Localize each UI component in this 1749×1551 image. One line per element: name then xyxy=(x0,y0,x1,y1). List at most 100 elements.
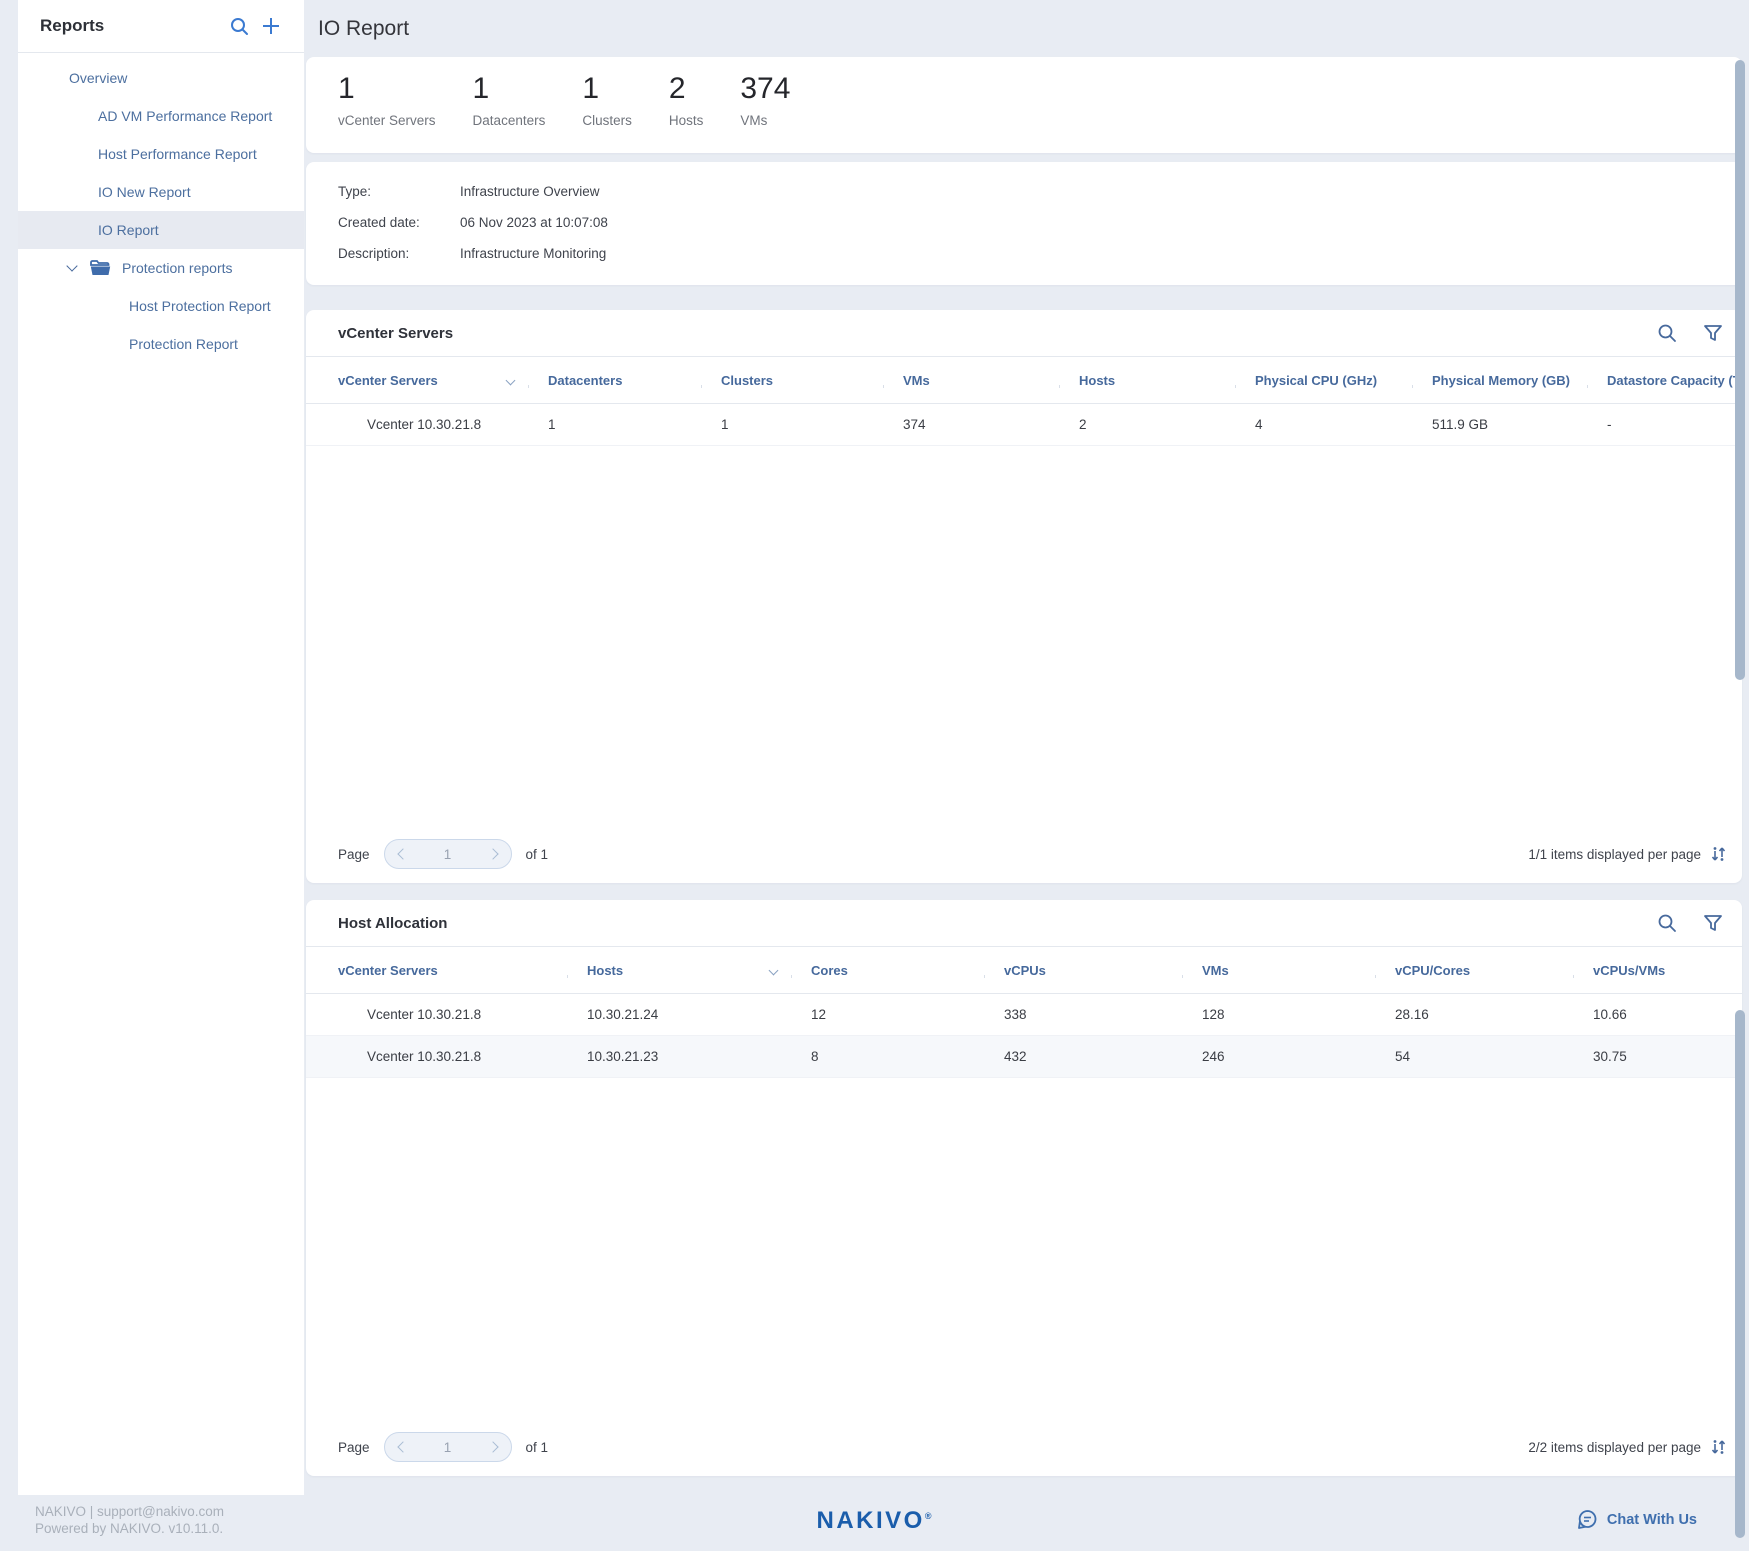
stat-value: 1 xyxy=(473,71,546,107)
sidebar-item-overview[interactable]: Overview xyxy=(18,59,304,97)
detail-label: Type: xyxy=(338,184,460,199)
detail-value: Infrastructure Overview xyxy=(460,184,600,199)
footer-line2: Powered by NAKIVO. v10.11.0. xyxy=(35,1520,224,1537)
column-header-label: Datacenters xyxy=(548,373,622,388)
table-search-icon[interactable] xyxy=(1656,322,1678,344)
sidebar-item-io-new-report[interactable]: IO New Report xyxy=(18,173,304,211)
detail-label: Description: xyxy=(338,246,460,261)
vertical-scrollbar[interactable] xyxy=(1734,0,1746,1551)
scrollbar-thumb[interactable] xyxy=(1735,1010,1745,1538)
next-page-icon[interactable] xyxy=(487,848,498,859)
stat-label: Datacenters xyxy=(473,113,546,128)
column-header-datacenters[interactable]: Datacenters xyxy=(528,373,701,388)
table-cell: 1 xyxy=(528,417,701,432)
table-cell: 338 xyxy=(984,1007,1182,1022)
table-header-row: vCenter Servers Datacenters Clusters VMs Hos… xyxy=(306,357,1742,404)
sidebar-header: Reports xyxy=(18,0,304,53)
prev-page-icon[interactable] xyxy=(397,1441,408,1452)
table-row[interactable]: Vcenter 10.30.21.810.30.21.2384322465430… xyxy=(306,1036,1742,1078)
search-icon[interactable] xyxy=(228,15,250,37)
section-header: Host Allocation xyxy=(306,900,1742,947)
section-header: vCenter Servers xyxy=(306,310,1742,357)
table-row[interactable]: Vcenter 10.30.21.81137424511.9 GB- xyxy=(306,404,1742,446)
table-header-row: vCenter Servers Hosts Cores vCPUs VMs vCPU/Co… xyxy=(306,947,1742,994)
items-per-page-icon[interactable] xyxy=(1711,1439,1726,1455)
stat-value: 1 xyxy=(582,71,632,107)
column-header-label: vCenter Servers xyxy=(338,963,438,978)
detail-value: Infrastructure Monitoring xyxy=(460,246,606,261)
table-cell: 30.75 xyxy=(1573,1049,1742,1064)
sidebar-item-io-report[interactable]: IO Report xyxy=(18,211,304,249)
stat-value: 374 xyxy=(740,71,790,107)
column-header-vcpu-cores[interactable]: vCPU/Cores xyxy=(1375,963,1573,978)
page-total: of 1 xyxy=(526,847,1529,862)
column-header-hosts[interactable]: Hosts xyxy=(1059,373,1235,388)
column-header-label: vCPUs xyxy=(1004,963,1046,978)
column-header-hosts[interactable]: Hosts xyxy=(567,963,791,978)
sidebar-item-host-performance-report[interactable]: Host Performance Report xyxy=(18,135,304,173)
column-header-label: Cores xyxy=(811,963,848,978)
detail-row: Description:Infrastructure Monitoring xyxy=(338,246,1742,261)
sidebar-item-label: Host Protection Report xyxy=(129,298,271,314)
prev-page-icon[interactable] xyxy=(397,848,408,859)
footer-support-text: NAKIVO | support@nakivo.com Powered by N… xyxy=(35,1503,224,1537)
stat-vcenter-servers: 1vCenter Servers xyxy=(338,71,436,128)
sidebar-item-ad-vm-performance-report[interactable]: AD VM Performance Report xyxy=(18,97,304,135)
scrollbar-thumb[interactable] xyxy=(1735,60,1745,680)
pagination-bar: Page 1 of 1 1/1 items displayed per page xyxy=(338,837,1726,871)
column-header-label: Hosts xyxy=(587,963,623,978)
sidebar-item-protection-reports[interactable]: Protection reports xyxy=(18,249,304,287)
page-label: Page xyxy=(338,847,370,862)
table-search-icon[interactable] xyxy=(1656,912,1678,934)
sidebar-item-label: IO New Report xyxy=(98,184,191,200)
next-page-icon[interactable] xyxy=(487,1441,498,1452)
column-header-label: Clusters xyxy=(721,373,773,388)
stat-label: vCenter Servers xyxy=(338,113,436,128)
stat-label: Clusters xyxy=(582,113,632,128)
sidebar-item-protection-report[interactable]: Protection Report xyxy=(18,325,304,363)
page-number[interactable]: 1 xyxy=(444,847,452,862)
table-body: Vcenter 10.30.21.81137424511.9 GB- xyxy=(306,404,1742,446)
column-header-vms[interactable]: VMs xyxy=(1182,963,1375,978)
table-cell: 10.30.21.23 xyxy=(567,1049,791,1064)
add-report-icon[interactable] xyxy=(260,15,282,37)
sidebar-item-label: AD VM Performance Report xyxy=(98,108,272,124)
page-number[interactable]: 1 xyxy=(444,1440,452,1455)
column-header-label: Physical Memory (GB) xyxy=(1432,373,1570,388)
column-header-vcenter-servers[interactable]: vCenter Servers xyxy=(306,373,528,388)
column-header-vcpus[interactable]: vCPUs xyxy=(984,963,1182,978)
report-tree: Overview AD VM Performance Report Host Per… xyxy=(18,53,304,363)
items-per-page-icon[interactable] xyxy=(1711,846,1726,862)
column-header-physical-cpu-ghz-[interactable]: Physical CPU (GHz) xyxy=(1235,373,1412,388)
chat-label: Chat With Us xyxy=(1607,1512,1697,1528)
column-header-vcpus-vms[interactable]: vCPUs/VMs xyxy=(1573,963,1742,978)
sidebar-item-label: Protection reports xyxy=(122,260,233,276)
column-header-vcenter-servers[interactable]: vCenter Servers xyxy=(306,963,567,978)
stat-value: 2 xyxy=(669,71,704,107)
column-header-vms[interactable]: VMs xyxy=(883,373,1059,388)
page-control: 1 xyxy=(384,839,512,869)
column-header-datastore-capacity-tb-[interactable]: Datastore Capacity (TB) xyxy=(1587,373,1742,388)
table-row[interactable]: Vcenter 10.30.21.810.30.21.241233812828.… xyxy=(306,994,1742,1036)
reports-sidebar: Reports Overview AD VM Performance Report… xyxy=(18,0,304,1495)
sidebar-item-host-protection-report[interactable]: Host Protection Report xyxy=(18,287,304,325)
footer: NAKIVO | support@nakivo.com Powered by N… xyxy=(0,1495,1749,1551)
stat-label: VMs xyxy=(740,113,790,128)
stat-clusters: 1 Clusters xyxy=(582,71,632,128)
table-cell: 2 xyxy=(1059,417,1235,432)
table-filter-icon[interactable] xyxy=(1702,322,1724,344)
chevron-down-icon[interactable] xyxy=(66,260,77,271)
column-header-physical-memory-gb-[interactable]: Physical Memory (GB) xyxy=(1412,373,1587,388)
column-header-clusters[interactable]: Clusters xyxy=(701,373,883,388)
table-cell: 12 xyxy=(791,1007,984,1022)
table-filter-icon[interactable] xyxy=(1702,912,1724,934)
page-title: IO Report xyxy=(318,17,409,41)
column-header-cores[interactable]: Cores xyxy=(791,963,984,978)
report-header-bar: IO Report xyxy=(306,8,1742,50)
column-header-label: Hosts xyxy=(1079,373,1115,388)
chat-with-us-button[interactable]: Chat With Us xyxy=(1577,1509,1697,1530)
column-header-label: Datastore Capacity (TB) xyxy=(1607,373,1742,388)
column-header-label: vCPU/Cores xyxy=(1395,963,1470,978)
detail-label: Created date: xyxy=(338,215,460,230)
table-cell: 374 xyxy=(883,417,1059,432)
